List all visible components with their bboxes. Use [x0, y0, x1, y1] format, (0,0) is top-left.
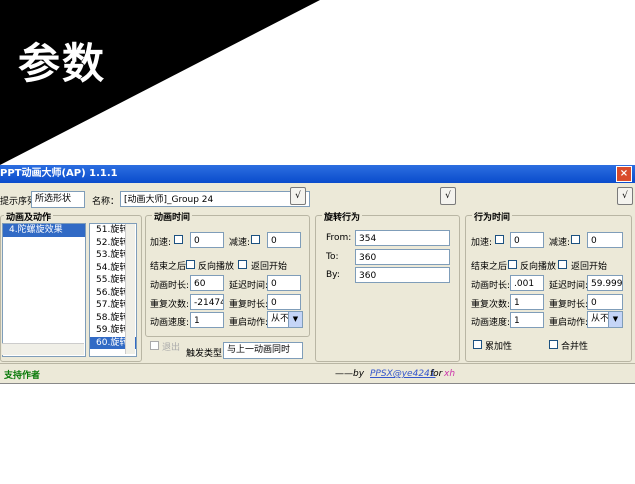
behavior-duration-label: 动画时长: — [471, 281, 511, 291]
by-label: By: — [326, 270, 340, 280]
behavior-repeat-label: 重复次数: — [471, 300, 511, 310]
behavior-accel-label: 加速: — [471, 238, 493, 248]
window-titlebar[interactable]: PPT动画大师(AP) 1.1.1 × — [0, 165, 635, 183]
behavior-delay-input[interactable]: 59.999 — [587, 275, 623, 291]
exit-checkbox[interactable] — [150, 341, 159, 350]
trigger-select[interactable]: 与上一动画同时 — [223, 342, 303, 359]
behavior-restart-label: 重启动作: — [549, 318, 589, 328]
exit-label: 退出 — [162, 343, 181, 353]
from-label: From: — [326, 233, 352, 243]
author-link[interactable]: PPSX@ye4241 — [370, 369, 436, 379]
behavior-delay-label: 延迟时间: — [549, 281, 589, 291]
behavior-decel-checkbox[interactable] — [571, 235, 580, 244]
to-input[interactable]: 360 — [355, 249, 450, 265]
repeat-duration-label: 重复时长: — [229, 300, 269, 310]
additive-label: 累加性 — [485, 342, 513, 352]
restart-select-value: 从不 — [271, 314, 290, 324]
reverse-label: 反向播放 — [198, 262, 235, 272]
close-button[interactable]: × — [616, 166, 632, 182]
rewind-label: 返回开始 — [251, 262, 288, 272]
animation-list-title: 动画及动作 — [4, 210, 54, 223]
repeat-input[interactable]: -214748 — [190, 294, 224, 310]
behavior-after-end-label: 结束之后: — [471, 262, 511, 272]
trigger-label: 触发类型: — [186, 349, 226, 359]
credit-for: for — [430, 369, 443, 379]
apply-name-button[interactable]: √ — [290, 187, 306, 205]
accumulate-label: 合并性 — [561, 342, 589, 352]
support-author-link[interactable]: 支持作者 — [4, 368, 40, 381]
behavior-restart-select-value: 从不 — [591, 314, 610, 324]
animation-list[interactable]: 4.陀螺旋效果 — [2, 223, 86, 357]
behavior-decel-label: 减速: — [549, 238, 571, 248]
rotate-behavior-title: 旋转行为 — [322, 210, 363, 223]
accel-input[interactable]: 0 — [190, 232, 224, 248]
behavior-restart-select[interactable]: 从不 ▼ — [587, 311, 623, 328]
name-label: 名称： — [92, 197, 120, 207]
window-title: PPT动画大师(AP) 1.1.1 — [0, 168, 118, 179]
sequence-select[interactable]: 所选形状 — [31, 191, 85, 208]
credit-recipient: xh — [444, 369, 456, 379]
behavior-repeat-input[interactable]: 1 — [510, 294, 544, 310]
speed-label: 动画速度: — [150, 318, 190, 328]
chevron-down-icon: ▼ — [288, 312, 302, 327]
credit-by: ——by — [335, 369, 365, 379]
reverse-checkbox[interactable] — [186, 260, 195, 269]
horizontal-scrollbar[interactable] — [2, 343, 84, 355]
behavior-time-title: 行为时间 — [472, 210, 513, 223]
sequence-select-value: 所选形状 — [35, 194, 72, 204]
from-input[interactable]: 354 — [355, 230, 450, 246]
vertical-scrollbar[interactable] — [125, 224, 135, 354]
additive-checkbox[interactable] — [473, 340, 482, 349]
behavior-reverse-label: 反向播放 — [520, 262, 557, 272]
to-label: To: — [326, 252, 339, 262]
delay-input[interactable]: 0 — [267, 275, 301, 291]
behavior-rewind-checkbox[interactable] — [558, 260, 567, 269]
restart-label: 重启动作: — [229, 318, 269, 328]
repeat-duration-input[interactable]: 0 — [267, 294, 301, 310]
behavior-speed-label: 动画速度: — [471, 318, 511, 328]
apply-behavior-button[interactable]: √ — [617, 187, 633, 205]
footer-divider — [0, 363, 635, 364]
after-end-label: 结束之后: — [150, 262, 190, 272]
decel-label: 减速: — [229, 238, 251, 248]
restart-select[interactable]: 从不 ▼ — [267, 311, 303, 328]
behavior-repeat-duration-label: 重复时长: — [549, 300, 589, 310]
slide-title: 参数 — [18, 39, 107, 88]
accumulate-checkbox[interactable] — [549, 340, 558, 349]
duration-input[interactable]: 60 — [190, 275, 224, 291]
behavior-accel-input[interactable]: 0 — [510, 232, 544, 248]
duration-label: 动画时长: — [150, 281, 190, 291]
delay-label: 延迟时间: — [229, 281, 269, 291]
accel-label: 加速: — [150, 238, 172, 248]
name-input[interactable]: [动画大师]_Group 24 — [120, 191, 310, 207]
behavior-duration-input[interactable]: .001 — [510, 275, 544, 291]
decel-input[interactable]: 0 — [267, 232, 301, 248]
behavior-repeat-duration-input[interactable]: 0 — [587, 294, 623, 310]
decel-checkbox[interactable] — [251, 235, 260, 244]
animation-time-title: 动画时间 — [152, 210, 193, 223]
list-item[interactable]: 4.陀螺旋效果 — [3, 224, 85, 237]
trigger-select-value: 与上一动画同时 — [227, 345, 291, 355]
behavior-decel-input[interactable]: 0 — [587, 232, 623, 248]
by-input[interactable]: 360 — [355, 267, 450, 283]
behavior-rewind-label: 返回开始 — [571, 262, 608, 272]
behavior-reverse-checkbox[interactable] — [508, 260, 517, 269]
chevron-down-icon: ▼ — [608, 312, 622, 327]
app-window: PPT动画大师(AP) 1.1.1 × 提示序列 所选形状 名称： [动画大师]… — [0, 165, 635, 384]
apply-rotate-button[interactable]: √ — [440, 187, 456, 205]
speed-input[interactable]: 1 — [190, 312, 224, 328]
behavior-speed-input[interactable]: 1 — [510, 312, 544, 328]
repeat-label: 重复次数: — [150, 300, 190, 310]
accel-checkbox[interactable] — [174, 235, 183, 244]
rewind-checkbox[interactable] — [238, 260, 247, 269]
behavior-accel-checkbox[interactable] — [495, 235, 504, 244]
